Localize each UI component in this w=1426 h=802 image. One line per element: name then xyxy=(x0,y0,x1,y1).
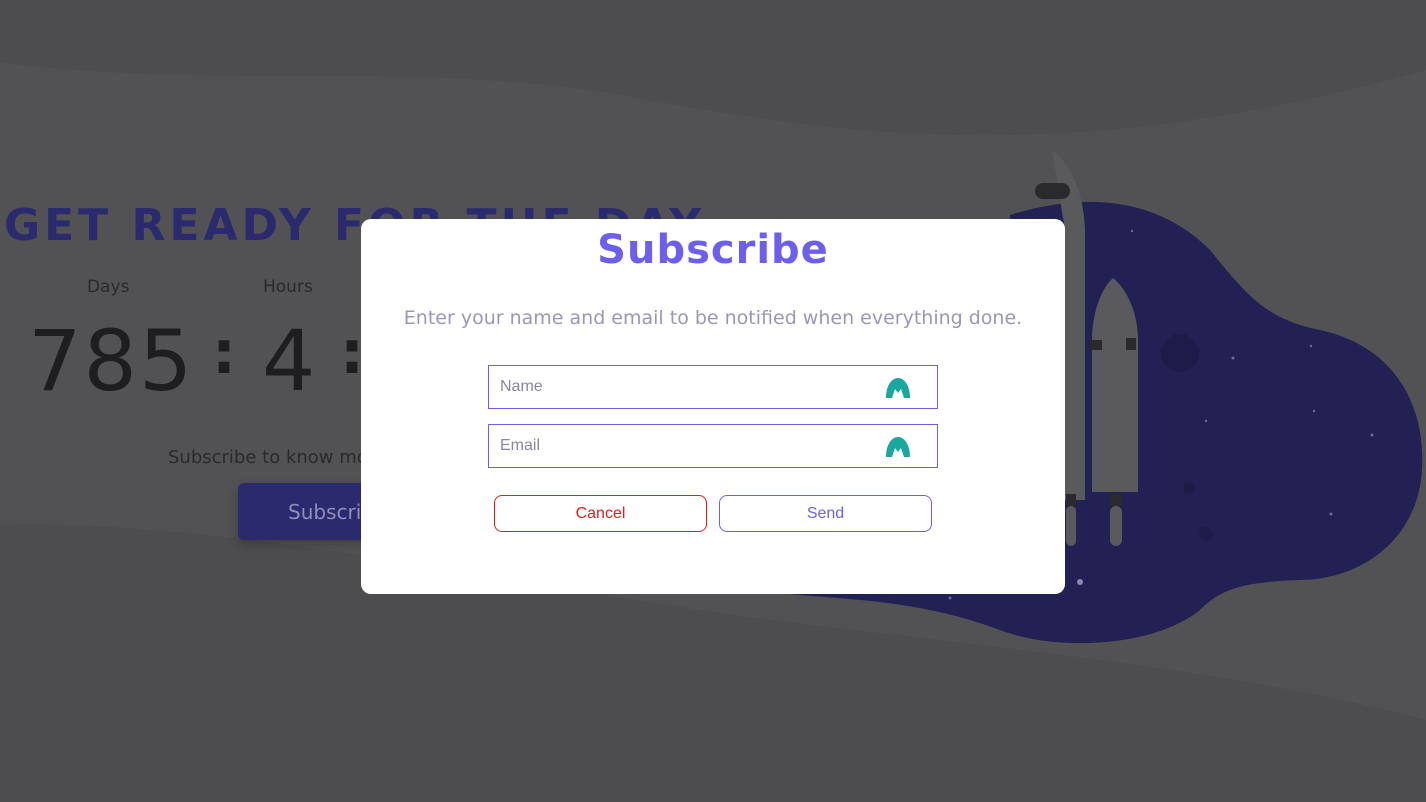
star xyxy=(1161,334,1199,372)
rocket-fin xyxy=(1066,494,1076,506)
star xyxy=(948,596,952,600)
subscribe-prompt: Subscribe to know mo xyxy=(168,447,368,468)
modal-description: Enter your name and email to be notified… xyxy=(403,307,1023,329)
rocket-nozzle xyxy=(1110,506,1122,546)
send-button[interactable]: Send xyxy=(719,495,932,532)
autofill-icon[interactable] xyxy=(885,376,911,400)
star xyxy=(1130,229,1134,233)
star xyxy=(1309,344,1313,348)
star xyxy=(1329,512,1333,516)
countdown-separator: : xyxy=(212,318,236,388)
subscribe-modal: Subscribe Enter your name and email to b… xyxy=(361,219,1065,594)
rocket-window xyxy=(1035,183,1070,199)
rocket-booster xyxy=(1092,278,1138,492)
cancel-button[interactable]: Cancel xyxy=(494,495,707,532)
star xyxy=(1183,482,1195,494)
rocket-strut xyxy=(1126,338,1136,350)
rocket-strut xyxy=(1090,340,1102,350)
star xyxy=(1199,527,1213,541)
star xyxy=(1370,433,1374,437)
rocket-fin xyxy=(1110,494,1122,506)
email-input[interactable] xyxy=(489,425,869,467)
email-field[interactable] xyxy=(488,424,938,468)
hours-value: 4 xyxy=(262,312,318,410)
name-field[interactable] xyxy=(488,365,938,409)
star xyxy=(1077,579,1083,585)
name-input[interactable] xyxy=(489,366,869,408)
rocket-nozzle xyxy=(1066,506,1076,546)
page: GET READY FOR THE DAY Days Hours 785 : 4… xyxy=(0,0,1426,802)
days-value: 785 xyxy=(28,312,195,410)
hours-label: Hours xyxy=(263,277,313,297)
star xyxy=(1312,409,1316,413)
star xyxy=(1231,356,1235,360)
days-label: Days xyxy=(87,277,130,297)
modal-title: Subscribe xyxy=(597,227,829,273)
star xyxy=(1204,419,1208,423)
autofill-icon[interactable] xyxy=(885,435,911,459)
